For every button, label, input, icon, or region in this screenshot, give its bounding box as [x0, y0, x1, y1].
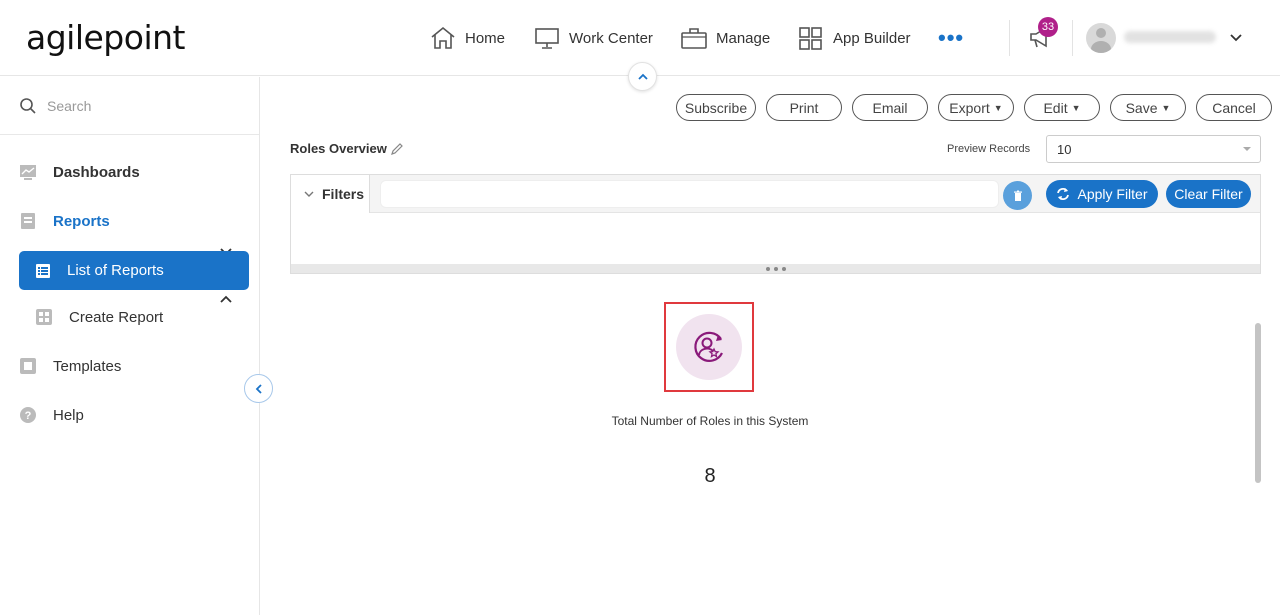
- caret-down-icon: [1243, 147, 1251, 151]
- preview-records-select[interactable]: 10: [1046, 135, 1261, 163]
- cancel-button[interactable]: Cancel: [1196, 94, 1272, 121]
- filter-panel: Filters Apply Filter Clear Filter: [290, 174, 1261, 274]
- preview-records-label: Preview Records: [947, 143, 1031, 155]
- kpi-value: 8: [704, 465, 716, 487]
- pencil-icon[interactable]: [390, 142, 404, 156]
- nav-app-builder-label: App Builder: [833, 29, 911, 47]
- sidebar-item-label: Create Report: [69, 308, 164, 326]
- user-name-blurred[interactable]: [1124, 31, 1216, 43]
- help-icon: ?: [20, 407, 36, 423]
- report-title: Roles Overview: [290, 141, 404, 156]
- kpi-icon-circle: [676, 314, 742, 380]
- svg-text:?: ?: [25, 410, 32, 422]
- trash-icon: [1013, 190, 1022, 201]
- monitor-icon: [535, 28, 559, 49]
- export-button[interactable]: Export ▼: [938, 94, 1014, 121]
- save-button[interactable]: Save ▼: [1110, 94, 1186, 121]
- preview-records-value: 10: [1057, 141, 1072, 157]
- report-title-text: Roles Overview: [290, 141, 387, 156]
- filters-label: Filters: [322, 186, 365, 202]
- header-divider: [1072, 20, 1073, 56]
- create-report-icon: [36, 309, 52, 325]
- sidebar-item-dashboards[interactable]: Dashboards: [19, 163, 140, 181]
- collapse-sidebar-button[interactable]: [244, 374, 273, 403]
- filter-resize-handle[interactable]: [291, 264, 1260, 273]
- clear-filter-label: Clear Filter: [1174, 186, 1243, 202]
- template-icon: [20, 358, 36, 374]
- kpi-label: Total Number of Roles in this System: [611, 414, 809, 428]
- edit-button[interactable]: Edit ▼: [1024, 94, 1100, 121]
- avatar[interactable]: [1086, 23, 1116, 53]
- subscribe-button[interactable]: Subscribe: [676, 94, 756, 121]
- filter-expression-input[interactable]: [380, 180, 999, 208]
- chevron-up-icon[interactable]: [218, 292, 234, 308]
- chevron-down-icon[interactable]: [1228, 30, 1244, 46]
- kpi-icon-highlight[interactable]: [664, 302, 754, 392]
- caret-down-icon: ▼: [1071, 102, 1081, 113]
- nav-home-label: Home: [465, 29, 506, 47]
- briefcase-icon: [681, 28, 707, 49]
- nav-work-center-label: Work Center: [569, 29, 653, 47]
- chevron-up-icon: [637, 73, 648, 80]
- report-toolbar: Subscribe Print Email Export ▼ Edit ▼ Save…: [676, 94, 1272, 121]
- nav-manage[interactable]: Manage: [681, 22, 770, 54]
- search-icon: [20, 97, 36, 114]
- nav-manage-label: Manage: [716, 29, 771, 47]
- list-icon: [36, 263, 50, 278]
- sidebar-item-label: Dashboards: [53, 163, 140, 181]
- email-button[interactable]: Email: [852, 94, 928, 121]
- more-dots-icon[interactable]: •••: [938, 27, 964, 49]
- grid-icon: [799, 27, 822, 50]
- home-icon: [431, 26, 455, 49]
- sidebar-item-label: Templates: [53, 357, 122, 375]
- report-icon: [21, 213, 35, 229]
- sidebar-item-label: Reports: [53, 212, 110, 230]
- notification-badge: 33: [1038, 17, 1058, 37]
- report-content: Subscribe Print Email Export ▼ Edit ▼ Save…: [270, 85, 1280, 615]
- sidebar-search[interactable]: Search: [0, 77, 259, 135]
- dashboard-icon: [20, 165, 36, 180]
- search-placeholder: Search: [47, 97, 92, 114]
- caret-down-icon: ▼: [993, 102, 1003, 113]
- content-scrollbar[interactable]: [1255, 323, 1261, 483]
- sidebar: Search Dashboards Reports List of Report…: [0, 77, 260, 615]
- sidebar-item-list-of-reports[interactable]: List of Reports: [19, 251, 249, 290]
- chevron-left-icon: [255, 383, 262, 394]
- chevron-down-icon: [304, 191, 314, 197]
- filter-header: Filters Apply Filter Clear Filter: [291, 175, 1260, 213]
- refresh-icon: [1057, 188, 1070, 200]
- clear-expression-button[interactable]: [1003, 181, 1032, 210]
- header-divider: [1009, 20, 1010, 56]
- apply-filter-label: Apply Filter: [1077, 186, 1148, 202]
- filters-toggle[interactable]: Filters: [291, 175, 370, 213]
- print-button[interactable]: Print: [766, 94, 842, 121]
- nav-app-builder[interactable]: App Builder: [798, 22, 911, 54]
- roles-icon: [694, 331, 723, 362]
- sidebar-item-label: Help: [53, 406, 84, 424]
- nav-home[interactable]: Home: [430, 22, 505, 54]
- agilepoint-logo[interactable]: agilepoint: [26, 18, 185, 57]
- sidebar-item-help[interactable]: ? Help: [19, 406, 84, 424]
- sidebar-item-templates[interactable]: Templates: [19, 357, 121, 375]
- clear-filter-button[interactable]: Clear Filter: [1166, 180, 1251, 208]
- sidebar-item-create-report[interactable]: Create Report: [35, 308, 163, 326]
- apply-filter-button[interactable]: Apply Filter: [1046, 180, 1158, 208]
- sidebar-item-label: List of Reports: [67, 262, 164, 279]
- nav-work-center[interactable]: Work Center: [534, 22, 653, 54]
- caret-down-icon: ▼: [1161, 102, 1171, 113]
- sidebar-item-reports[interactable]: Reports: [19, 212, 110, 230]
